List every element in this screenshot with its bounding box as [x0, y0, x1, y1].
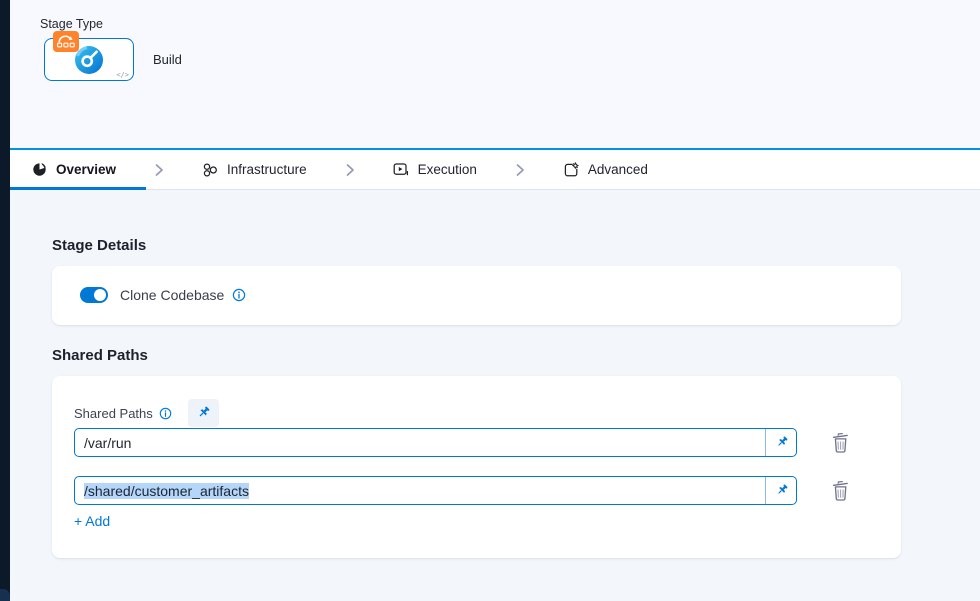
shared-paths-heading: Shared Paths [52, 347, 148, 364]
selected-text: /shared/customer_artifacts [84, 483, 249, 499]
shared-path-value: /var/run [75, 429, 765, 456]
chevron-right-icon [515, 163, 525, 177]
chevron-right-icon [345, 163, 355, 177]
input-pin-button[interactable] [765, 429, 796, 456]
shared-paths-field-label-row: Shared Paths [74, 399, 219, 427]
tab-execution-label: Execution [418, 162, 477, 177]
pin-icon [774, 483, 789, 498]
stage-tab-bar: Overview Infrastructure Execution [0, 148, 980, 190]
shared-path-row: /shared/customer_artifacts [74, 476, 851, 505]
advanced-gear-icon [563, 162, 579, 178]
delete-path-button[interactable] [829, 432, 851, 454]
build-stage-icon [74, 45, 104, 75]
clone-codebase-label: Clone Codebase [120, 287, 224, 303]
overview-tab-content: Stage Details Clone Codebase Shared Path… [10, 190, 980, 601]
stage-type-card[interactable]: </> [44, 38, 134, 81]
tab-advanced[interactable]: Advanced [563, 162, 648, 178]
active-tab-underline [10, 187, 146, 190]
stage-type-value: Build [153, 52, 182, 67]
add-path-button[interactable]: + Add [74, 513, 110, 529]
collapsed-sidebar-rail [0, 0, 10, 601]
delete-path-button[interactable] [829, 480, 851, 502]
shared-path-input[interactable]: /shared/customer_artifacts [74, 476, 797, 505]
rail-bottom-shape [0, 589, 10, 601]
infrastructure-cluster-icon [202, 162, 218, 178]
toggle-knob [94, 289, 106, 301]
pin-icon [774, 435, 789, 450]
trash-icon [831, 432, 850, 453]
tab-execution[interactable]: Execution [393, 162, 477, 178]
clone-codebase-toggle[interactable] [80, 287, 108, 303]
shared-path-row: /var/run [74, 428, 851, 457]
tab-overview-label: Overview [56, 162, 116, 177]
runtime-input-pin-button[interactable] [188, 399, 219, 427]
pin-icon [195, 405, 211, 421]
execution-play-icon [393, 162, 409, 178]
info-icon[interactable] [159, 407, 172, 420]
stage-type-section: Stage Type [10, 0, 980, 148]
overview-pie-icon [32, 162, 47, 177]
shared-paths-card: Shared Paths [52, 376, 901, 558]
tab-infrastructure[interactable]: Infrastructure [202, 162, 307, 178]
info-icon[interactable] [232, 288, 246, 302]
stage-type-label: Stage Type [40, 17, 103, 31]
trash-icon [831, 480, 850, 501]
clone-codebase-row: Clone Codebase [80, 287, 246, 303]
yaml-code-glyph-icon: </> [116, 71, 129, 79]
tab-overview[interactable]: Overview [32, 162, 116, 177]
shared-path-value: /shared/customer_artifacts [75, 477, 765, 504]
tab-advanced-label: Advanced [588, 162, 648, 177]
chevron-right-icon [154, 163, 164, 177]
tab-infrastructure-label: Infrastructure [227, 162, 307, 177]
stage-config-screen: Stage Type [0, 0, 980, 601]
input-pin-button[interactable] [765, 477, 796, 504]
shared-paths-field-label: Shared Paths [74, 406, 153, 421]
stage-details-card: Clone Codebase [52, 266, 901, 325]
stage-details-heading: Stage Details [52, 237, 146, 254]
shared-path-input[interactable]: /var/run [74, 428, 797, 457]
